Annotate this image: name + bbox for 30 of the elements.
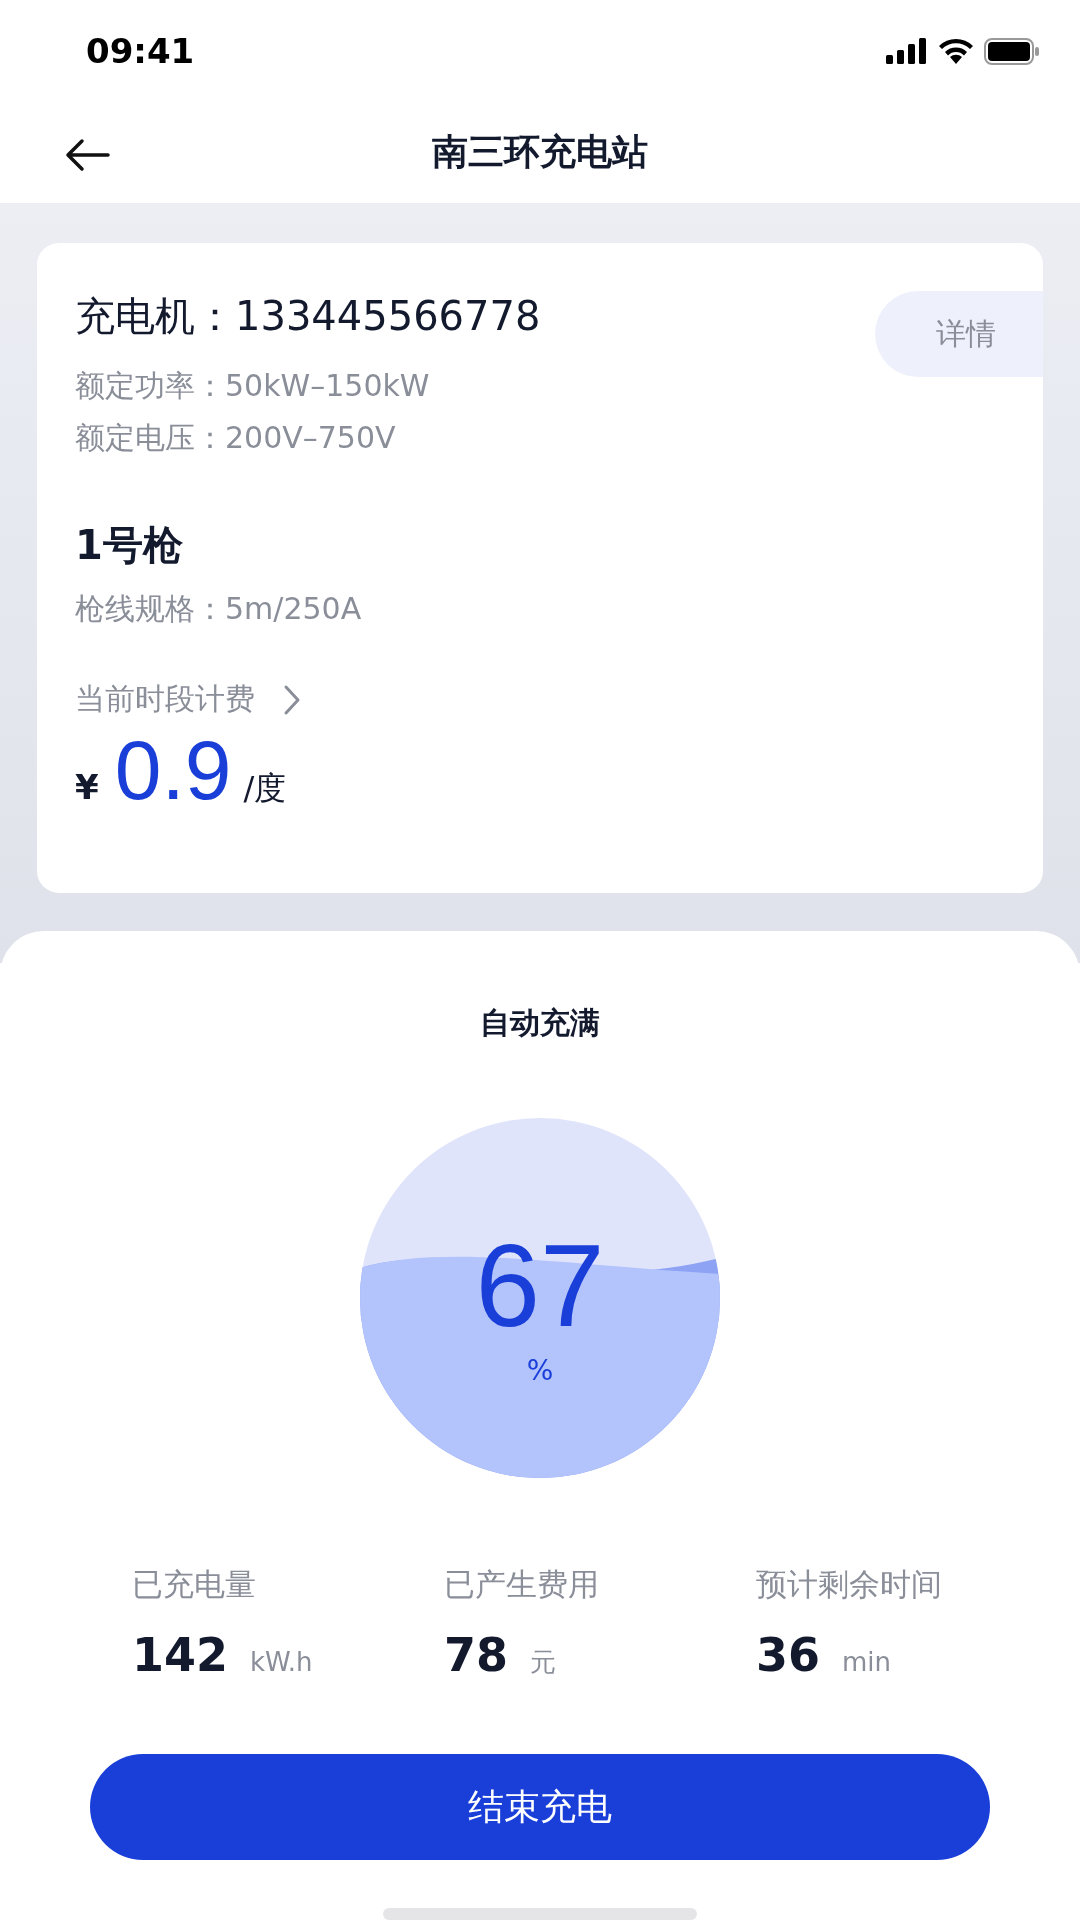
stat-label: 预计剩余时间 [756, 1565, 943, 1604]
stat-label: 已产生费用 [444, 1565, 600, 1604]
stat-unit: 元 [530, 1646, 556, 1679]
stop-charging-button[interactable]: 结束充电 [90, 1754, 990, 1860]
percent-sign: % [526, 1354, 554, 1387]
stat-unit: min [842, 1647, 892, 1677]
price-label[interactable]: 当前时段计费 [75, 679, 255, 720]
stat-value: 78 [444, 1628, 508, 1682]
spec-text: 额定功率：50kW–150kW [75, 367, 431, 405]
status-time: 09:41 [86, 31, 195, 72]
charging-mode: 自动充满 [480, 1004, 600, 1042]
page-title: 南三环充电站 [432, 130, 648, 175]
signal-icon [886, 38, 928, 65]
battery-icon [984, 37, 1040, 65]
price-value: 0.9 [114, 722, 232, 819]
currency-symbol: ¥ [75, 767, 99, 807]
stat-unit: kW.h [250, 1647, 313, 1677]
price-unit: /度 [243, 768, 287, 809]
spec-text: 额定电压：200V–750V [75, 419, 397, 457]
detail-button[interactable]: 详情 [875, 291, 1043, 377]
chevron-right-icon[interactable] [283, 683, 301, 716]
stat-label: 已充电量 [132, 1565, 257, 1604]
charger-title: 充电机：133445566778 [75, 292, 541, 341]
stat-value: 142 [132, 1628, 229, 1682]
back-arrow-icon[interactable] [64, 138, 110, 173]
spec-text: 枪线规格：5m/250A [75, 590, 363, 628]
gun-title: 1号枪 [75, 521, 184, 570]
charge-percent: 67 [475, 1228, 605, 1344]
wifi-icon [938, 38, 974, 65]
stat-value: 36 [756, 1628, 820, 1682]
